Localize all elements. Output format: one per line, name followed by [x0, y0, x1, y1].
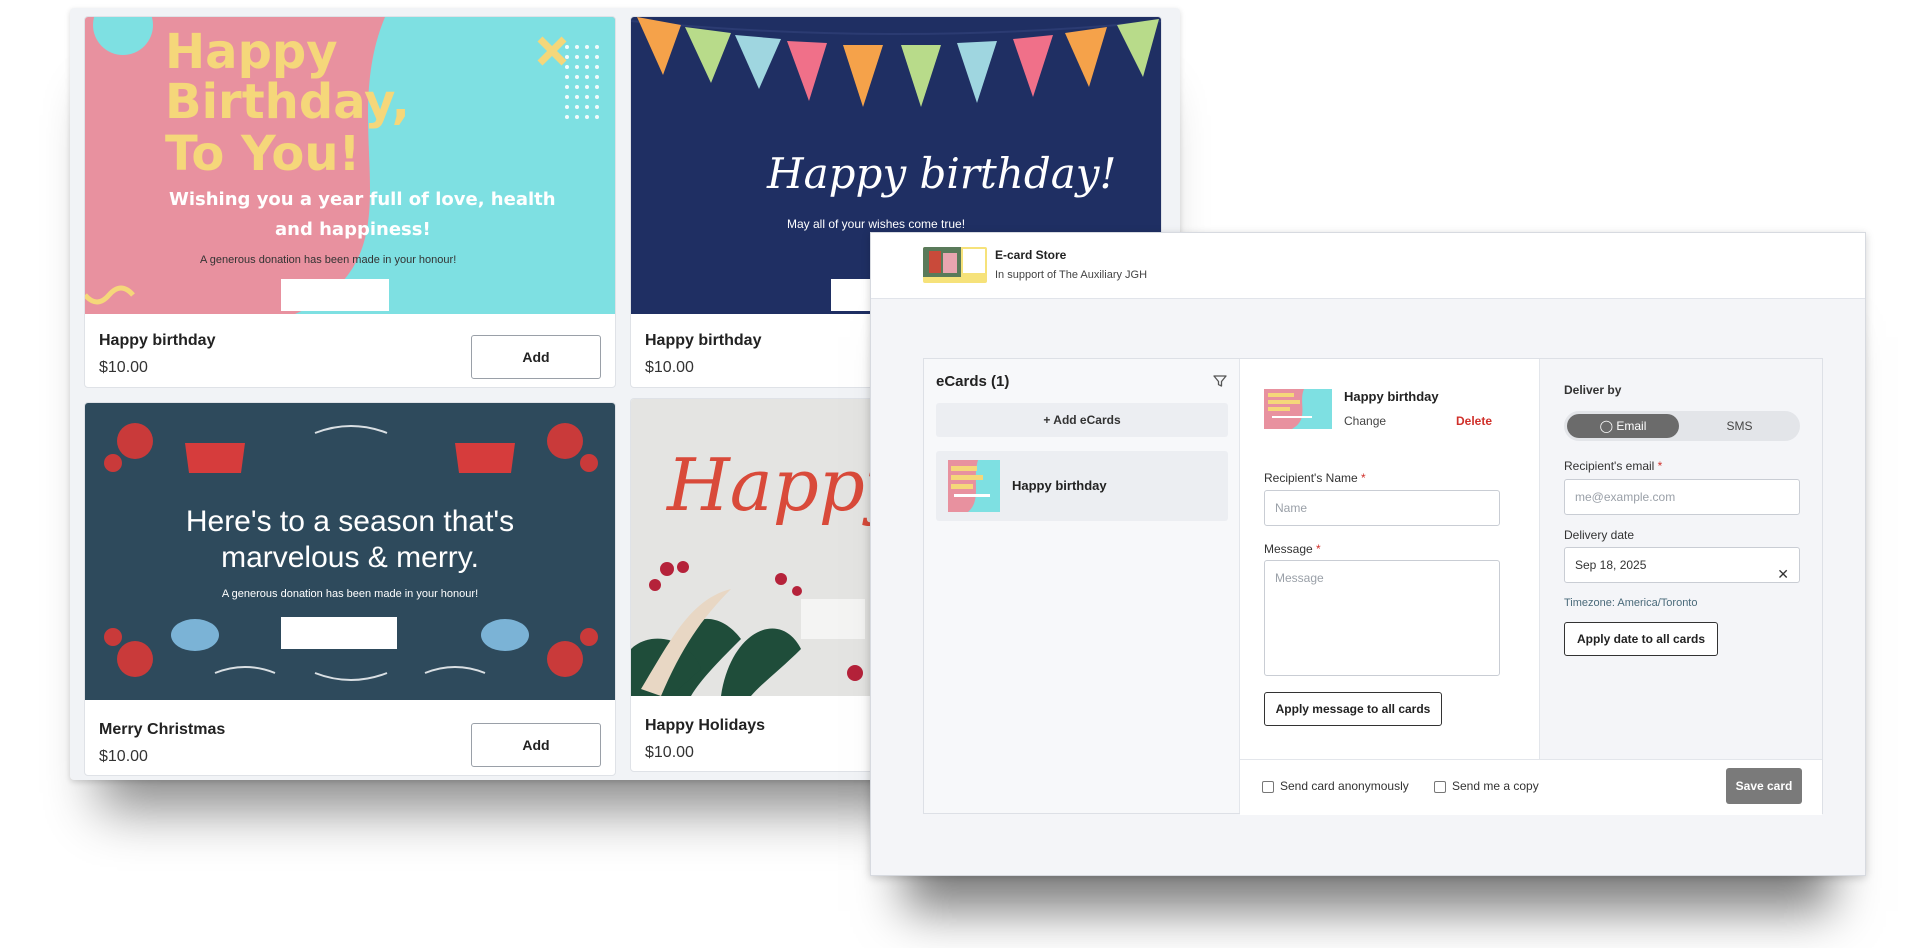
card-art-headline-1: Happy — [165, 24, 338, 80]
ecard-thumbnail-image — [948, 460, 1000, 512]
card-art-script-headline: Happy birthday! — [767, 149, 1117, 198]
list-item-label: Happy birthday — [1012, 478, 1107, 493]
message-label-text: Message — [1264, 542, 1313, 556]
send-copy-label[interactable]: Send me a copy — [1452, 779, 1539, 793]
required-marker: * — [1316, 542, 1321, 556]
store-name: E-card Store — [995, 248, 1067, 262]
message-textarea[interactable] — [1264, 560, 1500, 676]
card-details-form: Happy birthday Change Delete Recipient's… — [1240, 359, 1540, 759]
delivery-date-value: Sep 18, 2025 — [1575, 558, 1647, 572]
delivery-date-label: Delivery date — [1564, 528, 1635, 542]
card-art-donation-note: A generous donation has been made in you… — [200, 254, 457, 266]
store-header: E-card Store In support of The Auxiliary… — [871, 233, 1865, 299]
required-marker: * — [1657, 459, 1663, 473]
card-price: $10.00 — [99, 748, 148, 765]
filter-icon[interactable] — [1213, 374, 1227, 388]
delivery-options: Deliver by ◯ Email SMS Recipient's email… — [1540, 359, 1822, 759]
recipient-email-input[interactable] — [1564, 479, 1800, 515]
card-price: $10.00 — [645, 744, 694, 761]
recipient-email-label: Recipient's email * — [1564, 459, 1662, 473]
deliver-by-label: Deliver by — [1564, 383, 1622, 397]
card-art-headline-2: Birthday, — [165, 74, 410, 130]
store-support-text: In support of The Auxiliary JGH — [995, 269, 1148, 281]
selected-card-thumbnail-image — [1264, 389, 1332, 429]
selected-card-title: Happy birthday — [1344, 389, 1439, 404]
card-title: Merry Christmas — [99, 721, 226, 738]
message-label: Message * — [1264, 542, 1321, 556]
add-card-button[interactable]: Add — [471, 335, 601, 379]
card-art-birthday-pink: Happy Birthday, To You! Wishing you a ye… — [85, 17, 615, 314]
delete-card-link[interactable]: Delete — [1456, 414, 1492, 428]
ecards-list: eCards (1) + Add eCards Happy birthday — [924, 359, 1240, 813]
card-art-subline-1: Wishing you a year full of love, health — [169, 189, 556, 210]
card-art-text: Here's to a season that's marvelous & me… — [85, 403, 615, 700]
send-copy-checkbox[interactable] — [1434, 781, 1446, 793]
send-anonymously-label[interactable]: Send card anonymously — [1280, 779, 1409, 793]
apply-message-to-all-button[interactable]: Apply message to all cards — [1264, 692, 1442, 726]
required-marker: * — [1361, 471, 1366, 485]
card-tile-merry-christmas[interactable]: Here's to a season that's marvelous & me… — [84, 402, 616, 776]
card-art-text: Happy Birthday, To You! Wishing you a ye… — [85, 17, 615, 314]
deliver-sms-option[interactable]: SMS — [1682, 414, 1797, 438]
card-title: Happy birthday — [99, 332, 216, 349]
card-art-headline-3: To You! — [165, 126, 361, 182]
deliver-by-toggle: ◯ Email SMS — [1564, 411, 1800, 441]
change-card-link[interactable]: Change — [1344, 414, 1386, 428]
card-art-headline-2: marvelous & merry. — [221, 541, 479, 574]
delivery-date-input[interactable]: Sep 18, 2025 ✕ — [1564, 547, 1800, 583]
store-logo-image — [923, 247, 987, 283]
list-item[interactable]: Happy birthday — [936, 451, 1228, 521]
card-art-subline-2: and happiness! — [275, 219, 431, 240]
recipient-name-label: Recipient's Name * — [1264, 471, 1366, 485]
ecard-thumbnail — [948, 460, 1000, 512]
check-circle-icon: ◯ — [1599, 419, 1614, 433]
add-ecards-button[interactable]: + Add eCards — [936, 403, 1228, 437]
store-logo — [923, 247, 987, 283]
card-title: Happy Holidays — [645, 717, 766, 734]
recipient-email-label-text: Recipient's email — [1564, 459, 1655, 473]
cart-footer: Send card anonymously Send me a copy Sav… — [1240, 759, 1822, 815]
deliver-email-option[interactable]: ◯ Email — [1567, 414, 1679, 438]
recipient-name-input[interactable] — [1264, 490, 1500, 526]
add-card-button[interactable]: Add — [471, 723, 601, 767]
card-tile-happy-birthday-1[interactable]: Happy Birthday, To You! Wishing you a ye… — [84, 16, 616, 388]
deliver-email-label: Email — [1616, 419, 1647, 433]
save-card-button[interactable]: Save card — [1726, 768, 1802, 804]
ecard-store-window: E-card Store In support of The Auxiliary… — [870, 232, 1866, 876]
apply-date-to-all-button[interactable]: Apply date to all cards — [1564, 622, 1718, 656]
recipient-name-label-text: Recipient's Name — [1264, 471, 1358, 485]
clear-date-icon[interactable]: ✕ — [1777, 557, 1789, 591]
selected-card-thumbnail — [1264, 389, 1332, 429]
card-title: Happy birthday — [645, 332, 762, 349]
card-art-subline: May all of your wishes come true! — [787, 217, 966, 231]
send-anonymously-checkbox[interactable] — [1262, 781, 1274, 793]
card-art-donation-note: A generous donation has been made in you… — [221, 588, 479, 600]
cart-panel: eCards (1) + Add eCards Happy birthday H… — [923, 358, 1823, 815]
card-price: $10.00 — [645, 359, 694, 376]
timezone-text: Timezone: America/Toronto — [1564, 597, 1698, 609]
card-art-headline-1: Here's to a season that's — [185, 505, 515, 538]
card-art-christmas: Here's to a season that's marvelous & me… — [85, 403, 615, 700]
card-price: $10.00 — [99, 359, 148, 376]
ecards-count-title: eCards (1) — [936, 373, 1010, 390]
